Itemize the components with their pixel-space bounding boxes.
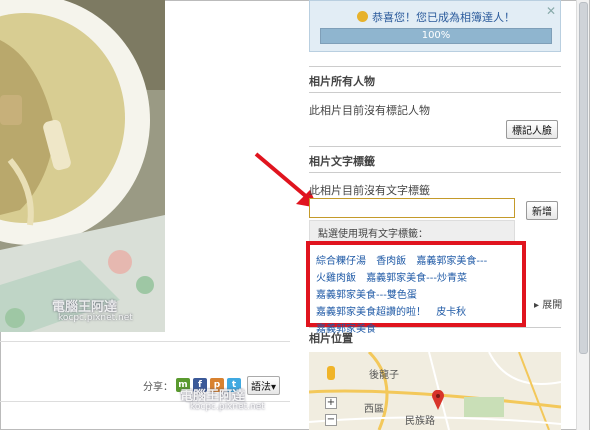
tag-suggestion[interactable]: 綜合粿仔湯 [316,256,366,267]
tag-suggestion[interactable]: 嘉義郭家美食超讚的啦！ [316,307,426,318]
close-icon[interactable]: ✕ [546,4,556,18]
tag-suggest-label: 點選使用現有文字標籤： [309,220,515,242]
text-tags-title: 相片文字標籤 [309,155,375,168]
map-pin-icon [432,390,444,410]
scrollbar[interactable] [576,0,589,430]
congrats-banner: 恭喜您！您已成為相簿達人！ ✕ 100% [309,0,561,52]
zoom-in-button[interactable]: + [325,397,337,409]
divider [309,66,561,67]
tag-suggestion[interactable]: 香肉飯 [376,256,406,267]
tag-suggestion[interactable]: 嘉義郭家美食--- [416,256,487,267]
watermark-url: kocpc.pixnet.net [58,313,133,323]
people-empty-text: 此相片目前沒有標記人物 [309,104,430,117]
right-sidebar: 恭喜您！您已成為相簿達人！ ✕ 100% 相片所有人物 此相片目前沒有標記人物 … [304,0,566,430]
text-tags-empty-text: 此相片目前沒有文字標籤 [309,184,430,197]
scrollbar-thumb[interactable] [579,2,588,354]
map-label: 民族路 [405,416,435,427]
photo[interactable]: 電腦王阿達 kocpc.pixnet.net [0,0,165,332]
tag-suggestion[interactable]: 火雞肉飯 [316,273,356,284]
medal-icon [357,11,368,22]
share-label: 分享： [143,381,173,393]
tag-suggestions-box: 綜合粿仔湯 香肉飯 嘉義郭家美食--- 火雞肉飯 嘉義郭家美食---炒青菜 嘉義… [306,241,526,335]
zoom-out-button[interactable]: − [325,414,337,426]
tag-face-button[interactable]: 標記人臉 [506,120,558,139]
people-title: 相片所有人物 [309,75,375,88]
divider [0,341,290,342]
divider [309,172,561,173]
congrats-message: 恭喜您！您已成為相簿達人！ [372,11,515,24]
language-button[interactable]: 語法▾ [247,375,281,395]
progress-label: 100% [421,30,451,41]
watermark-url: kocpc.pixnet.net [190,402,265,412]
tag-suggestion[interactable]: 皮卡秋 [436,307,466,318]
tag-suggestion[interactable]: 嘉義郭家美食---炒青菜 [366,273,467,284]
divider [309,92,561,93]
add-tag-button[interactable]: 新增 [526,201,558,220]
map-label: 後龍子 [369,370,399,381]
expand-link[interactable]: ▸ 展開 [534,296,562,311]
divider [309,146,561,147]
map[interactable]: 後龍子 西區 民族路 + − [309,352,561,430]
map-label: 西區 [364,404,384,415]
tag-suggestion[interactable]: 嘉義郭家美食---雙色蛋 [316,290,417,301]
tag-suggestion[interactable]: 嘉義郭家美食 [316,324,376,335]
pegman-icon[interactable] [327,366,335,380]
progress-bar: 100% [320,28,552,44]
tag-input[interactable] [309,198,515,218]
